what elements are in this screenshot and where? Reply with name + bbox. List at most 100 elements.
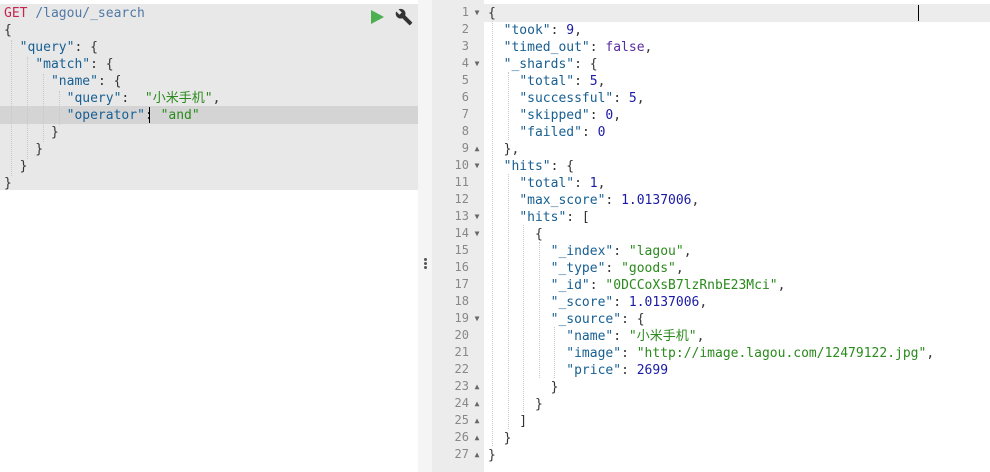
code-token: "_type" bbox=[550, 261, 606, 276]
active-line-highlight bbox=[484, 4, 990, 22]
response-viewer[interactable]: 1 ▼ 2 3 4 ▼ 5 6 7 8 9 ▲ 10 ▼ 11 12 13 ▼ 14 ▼ 15 16 17 18 19 ▼ 20 21… bbox=[432, 0, 990, 472]
response-code-line[interactable]: } bbox=[488, 447, 496, 464]
response-code-line[interactable]: { bbox=[488, 226, 543, 243]
response-code-line[interactable]: "_source": { bbox=[488, 311, 645, 328]
response-code-line[interactable]: "name": "小米手机", bbox=[488, 328, 704, 345]
pane-divider[interactable] bbox=[418, 0, 432, 472]
response-code-line[interactable]: "_shards": { bbox=[488, 56, 598, 73]
fold-expand-icon[interactable]: ▲ bbox=[472, 140, 482, 157]
response-code-line[interactable]: } bbox=[488, 379, 559, 396]
fold-expand-icon[interactable]: ▲ bbox=[472, 395, 482, 412]
code-token: 1.0137006 bbox=[628, 295, 700, 310]
response-code-line[interactable]: "failed": 0 bbox=[488, 124, 605, 141]
code-token: "name" bbox=[50, 74, 98, 89]
response-code-line[interactable]: "took": 9, bbox=[488, 22, 582, 39]
code-token: } bbox=[4, 142, 44, 157]
code-token: } bbox=[488, 380, 559, 395]
response-code-line[interactable]: "max_score": 1.0137006, bbox=[488, 192, 699, 209]
resize-handle-icon[interactable] bbox=[424, 258, 427, 270]
response-code-line[interactable]: "price": 2699 bbox=[488, 362, 668, 379]
code-token: , bbox=[644, 40, 653, 55]
fold-collapse-icon[interactable]: ▼ bbox=[472, 55, 482, 72]
response-code-line[interactable]: } bbox=[488, 396, 543, 413]
code-token: : bbox=[144, 108, 161, 123]
code-token: "_index" bbox=[550, 244, 614, 259]
response-code-line[interactable]: "successful": 5, bbox=[488, 90, 644, 107]
code-token: "total" bbox=[519, 74, 575, 89]
response-code-line[interactable]: "image": "http://image.lagou.com/1247912… bbox=[488, 345, 934, 362]
code-token: "query" bbox=[66, 91, 122, 106]
response-code-line[interactable]: "_index": "lagou", bbox=[488, 243, 692, 260]
fold-collapse-icon[interactable]: ▼ bbox=[472, 157, 482, 174]
fold-expand-icon[interactable]: ▲ bbox=[472, 429, 482, 446]
request-code-line[interactable]: "query": "小米手机", bbox=[4, 90, 221, 107]
request-code-line[interactable]: "match": { bbox=[4, 56, 113, 73]
response-code-line[interactable]: "total": 5, bbox=[488, 73, 605, 90]
request-code-line[interactable]: "query": { bbox=[4, 39, 98, 56]
fold-collapse-icon[interactable]: ▼ bbox=[472, 225, 482, 242]
fold-collapse-icon[interactable]: ▼ bbox=[472, 208, 482, 225]
code-token: { bbox=[4, 23, 12, 38]
code-token: , bbox=[613, 108, 622, 123]
request-code-line[interactable]: { bbox=[4, 22, 12, 39]
response-code-line[interactable]: { bbox=[488, 5, 496, 22]
request-code-line[interactable]: "name": { bbox=[4, 73, 121, 90]
code-token: "and" bbox=[160, 108, 200, 123]
response-code-line[interactable]: "skipped": 0, bbox=[488, 107, 621, 124]
line-number: 22 bbox=[454, 362, 469, 376]
response-code-line[interactable]: "total": 1, bbox=[488, 175, 605, 192]
code-token: 2699 bbox=[636, 363, 669, 378]
fold-collapse-icon[interactable]: ▼ bbox=[472, 310, 482, 327]
code-token: "goods" bbox=[621, 261, 676, 276]
line-number: 26 bbox=[454, 430, 469, 444]
line-number: 25 bbox=[454, 413, 469, 427]
code-token: "price" bbox=[566, 363, 622, 378]
code-token: : { bbox=[550, 159, 575, 174]
code-token: 5 bbox=[589, 74, 598, 89]
code-token: : bbox=[574, 74, 590, 89]
code-token: , bbox=[696, 329, 705, 344]
code-token: : bbox=[589, 108, 606, 123]
request-code-line[interactable]: "operator": "and" bbox=[4, 107, 200, 124]
code-token: , bbox=[699, 295, 708, 310]
response-code-line[interactable]: "hits": { bbox=[488, 158, 574, 175]
request-line-method[interactable]: GET /lagou/_search bbox=[4, 5, 145, 22]
wrench-icon[interactable] bbox=[395, 8, 413, 26]
line-number: 24 bbox=[454, 396, 469, 410]
response-code-line[interactable]: "_score": 1.0137006, bbox=[488, 294, 708, 311]
code-token: , bbox=[675, 261, 684, 276]
line-number: 21 bbox=[454, 345, 469, 359]
fold-collapse-icon[interactable]: ▼ bbox=[472, 4, 482, 21]
request-method: GET bbox=[4, 6, 28, 21]
code-token: : bbox=[621, 346, 637, 361]
response-code-line[interactable]: } bbox=[488, 430, 512, 447]
fold-expand-icon[interactable]: ▲ bbox=[472, 412, 482, 429]
fold-expand-icon[interactable]: ▲ bbox=[472, 446, 482, 463]
response-code-line[interactable]: }, bbox=[488, 141, 520, 158]
request-code-line[interactable]: } bbox=[4, 141, 43, 158]
response-code-line[interactable]: "timed_out": false, bbox=[488, 39, 653, 56]
line-number: 11 bbox=[454, 175, 469, 189]
code-token: "took" bbox=[503, 23, 551, 38]
code-token: "小米手机" bbox=[628, 329, 697, 344]
code-token: : bbox=[613, 244, 629, 259]
response-code-line[interactable]: "_id": "0DCCoXsB7lzRnbE23Mci", bbox=[488, 277, 786, 294]
response-code-line[interactable]: ] bbox=[488, 413, 527, 430]
request-editor[interactable]: GET /lagou/_search { "query": { "match":… bbox=[0, 0, 418, 472]
response-code-line[interactable]: "hits": [ bbox=[488, 209, 589, 226]
request-code-line[interactable]: } bbox=[4, 175, 12, 192]
fold-expand-icon[interactable]: ▲ bbox=[472, 378, 482, 395]
response-code-line[interactable]: "_type": "goods", bbox=[488, 260, 684, 277]
request-code-line[interactable]: } bbox=[4, 158, 28, 175]
code-token: : bbox=[550, 23, 567, 38]
request-code-line[interactable]: } bbox=[4, 124, 59, 141]
play-icon[interactable] bbox=[369, 9, 385, 25]
